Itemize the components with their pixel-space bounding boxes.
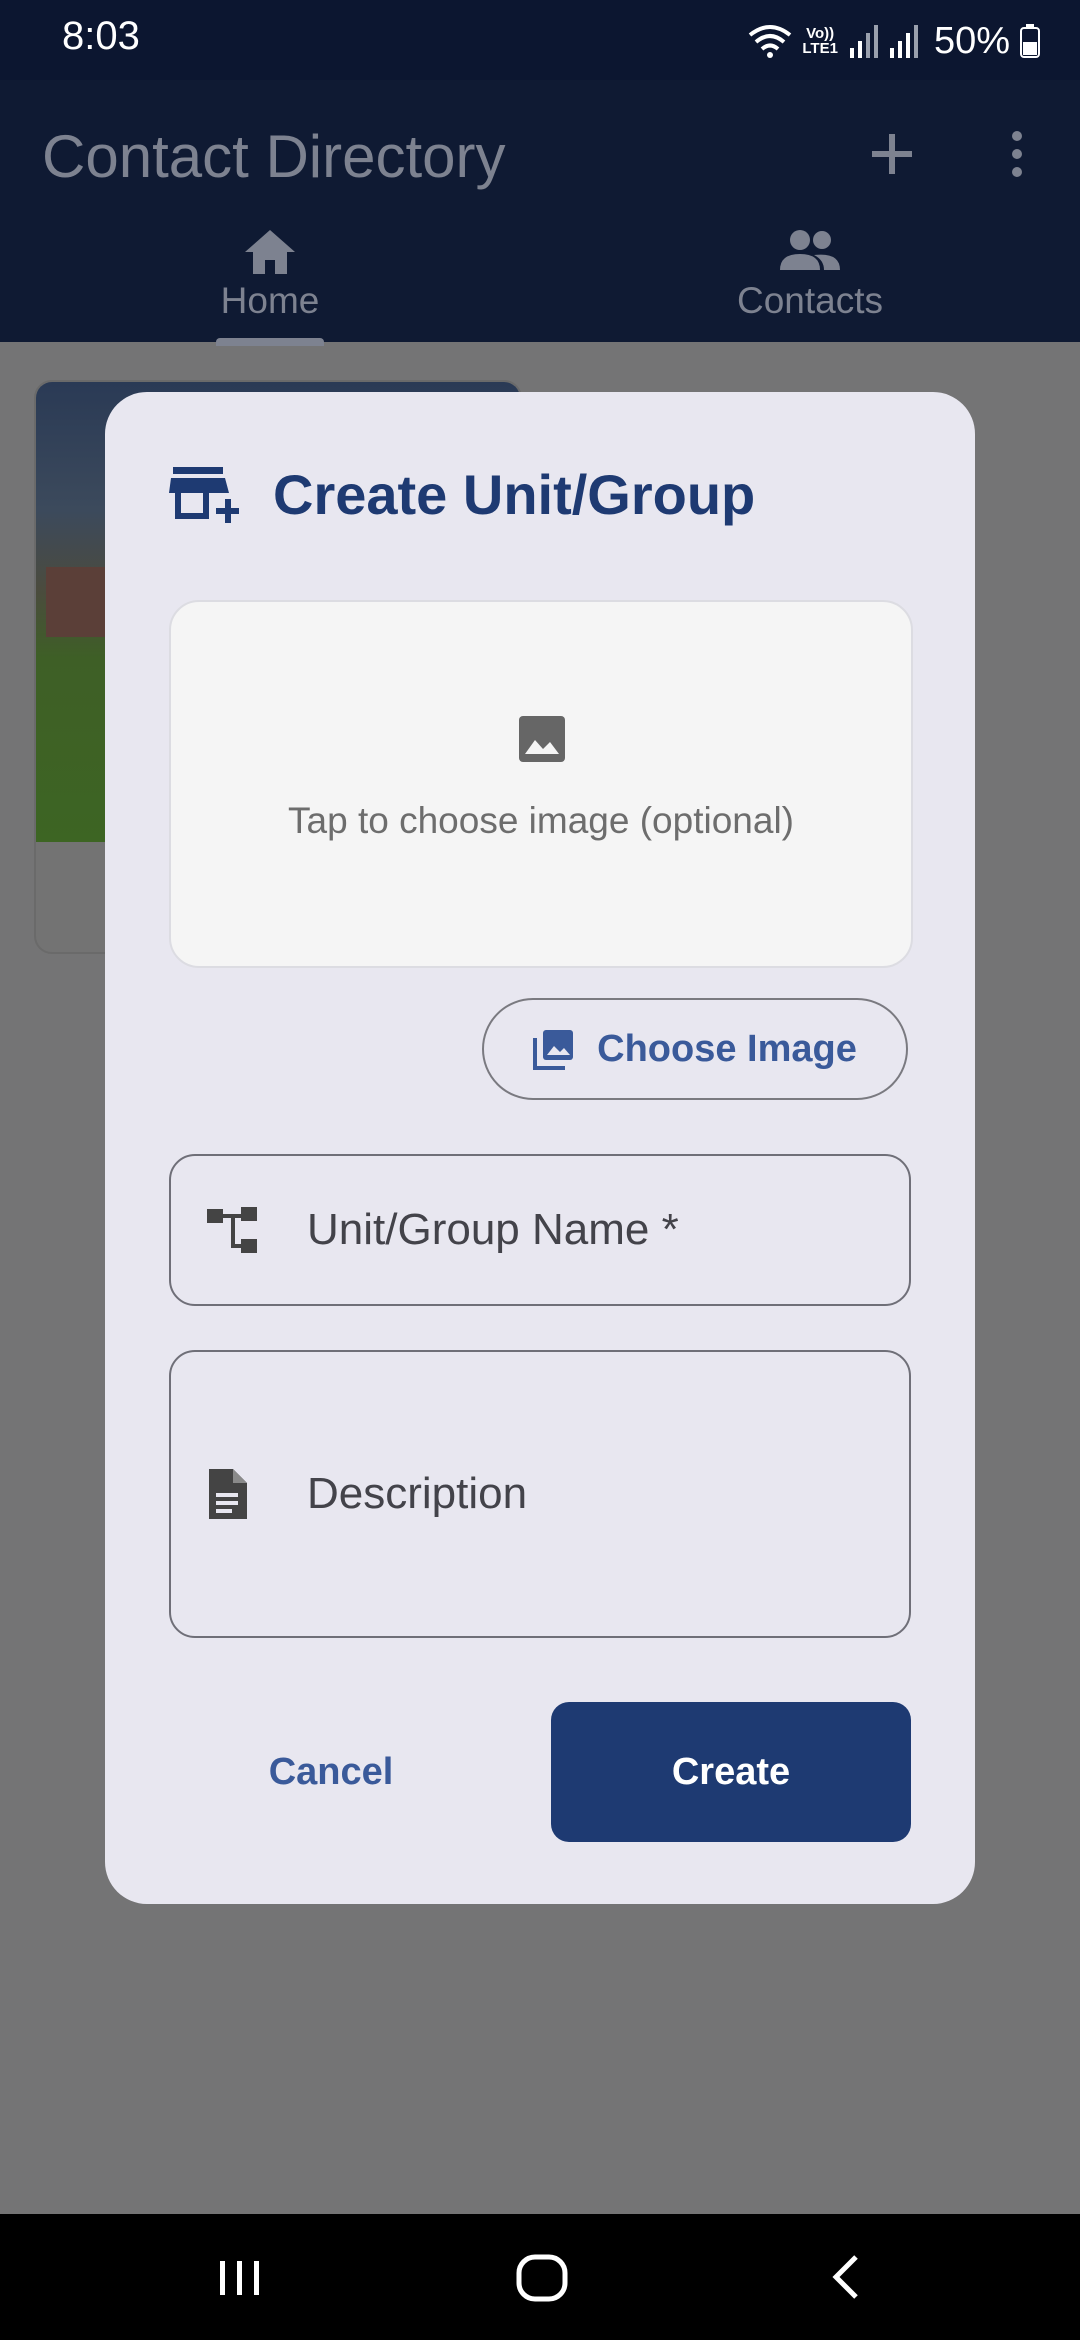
- app-bar: Contact Directory Home Contacts: [0, 80, 1080, 346]
- wifi-icon: [749, 25, 792, 58]
- choose-image-label: Choose Image: [597, 1027, 857, 1070]
- unit-name-input[interactable]: [307, 1205, 889, 1255]
- image-icon: [519, 716, 565, 762]
- battery-percent: 50%: [933, 19, 1010, 62]
- photo-library-icon: [533, 1030, 574, 1070]
- battery-icon: [1020, 24, 1040, 58]
- description-icon: [209, 1469, 247, 1519]
- add-icon[interactable]: [866, 128, 918, 180]
- signal-icon: [849, 25, 878, 58]
- status-time: 8:03: [62, 14, 140, 58]
- image-picker-hint: Tap to choose image (optional): [288, 800, 794, 841]
- tab-home-label: Home: [220, 280, 320, 321]
- signal-icon: [889, 25, 918, 58]
- recent-apps-icon[interactable]: [216, 2247, 264, 2307]
- more-vert-icon[interactable]: [1000, 128, 1034, 180]
- people-icon: [780, 230, 840, 270]
- cancel-button[interactable]: Cancel: [233, 1732, 429, 1812]
- image-picker[interactable]: Tap to choose image (optional): [169, 600, 913, 968]
- tab-indicator: [216, 338, 324, 346]
- tab-contacts-label: Contacts: [736, 280, 883, 321]
- building-image: [46, 567, 106, 637]
- choose-image-button[interactable]: Choose Image: [482, 998, 908, 1100]
- add-business-icon: [169, 466, 239, 523]
- home-icon: [245, 230, 295, 274]
- app-title: Contact Directory: [42, 123, 506, 190]
- back-icon[interactable]: [826, 2247, 866, 2307]
- account-tree-icon: [207, 1207, 257, 1253]
- system-nav-bar: [0, 2214, 1080, 2340]
- unit-name-field[interactable]: [169, 1154, 911, 1306]
- volte-icon: Vo)) LTE1: [802, 25, 838, 57]
- dialog-header: Create Unit/Group: [169, 462, 755, 527]
- description-field[interactable]: [169, 1350, 911, 1638]
- create-unit-dialog: Create Unit/Group Tap to choose image (o…: [105, 392, 975, 1904]
- dialog-title: Create Unit/Group: [273, 463, 756, 526]
- status-icons: Vo)) LTE1 50%: [748, 16, 1040, 66]
- home-nav-icon[interactable]: [514, 2247, 570, 2307]
- tab-contacts[interactable]: Contacts: [660, 228, 960, 322]
- tab-home[interactable]: Home: [120, 228, 420, 322]
- create-button[interactable]: Create: [551, 1702, 911, 1842]
- status-bar: 8:03 Vo)) LTE1 50%: [0, 0, 1080, 80]
- description-input[interactable]: [307, 1469, 889, 1519]
